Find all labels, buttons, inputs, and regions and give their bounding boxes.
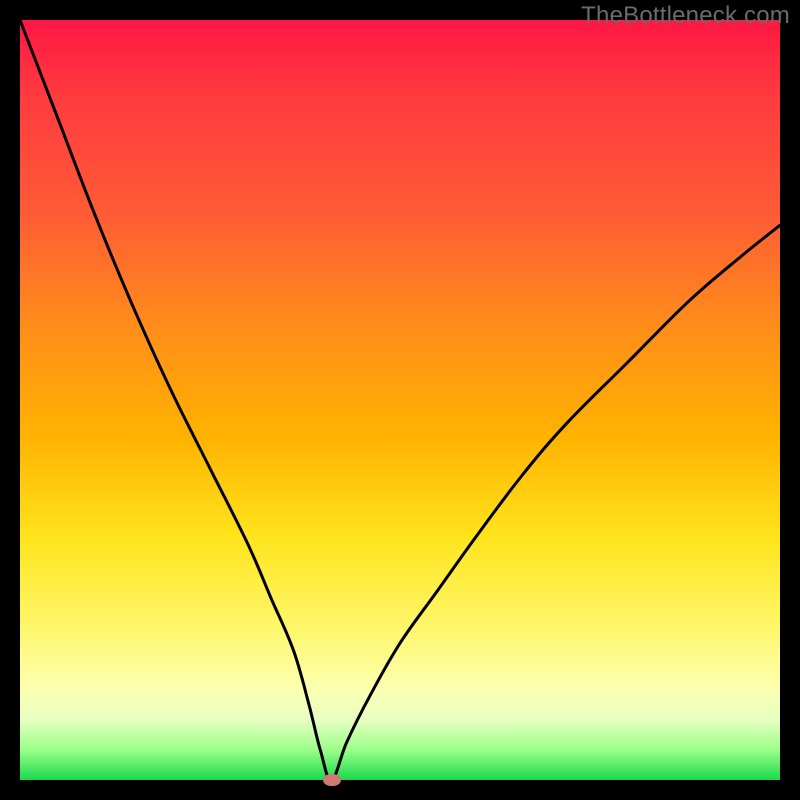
minimum-marker (323, 774, 341, 786)
chart-frame: TheBottleneck.com (0, 0, 800, 800)
bottleneck-curve (20, 20, 780, 780)
watermark-text: TheBottleneck.com (581, 2, 790, 30)
plot-area (20, 20, 780, 780)
